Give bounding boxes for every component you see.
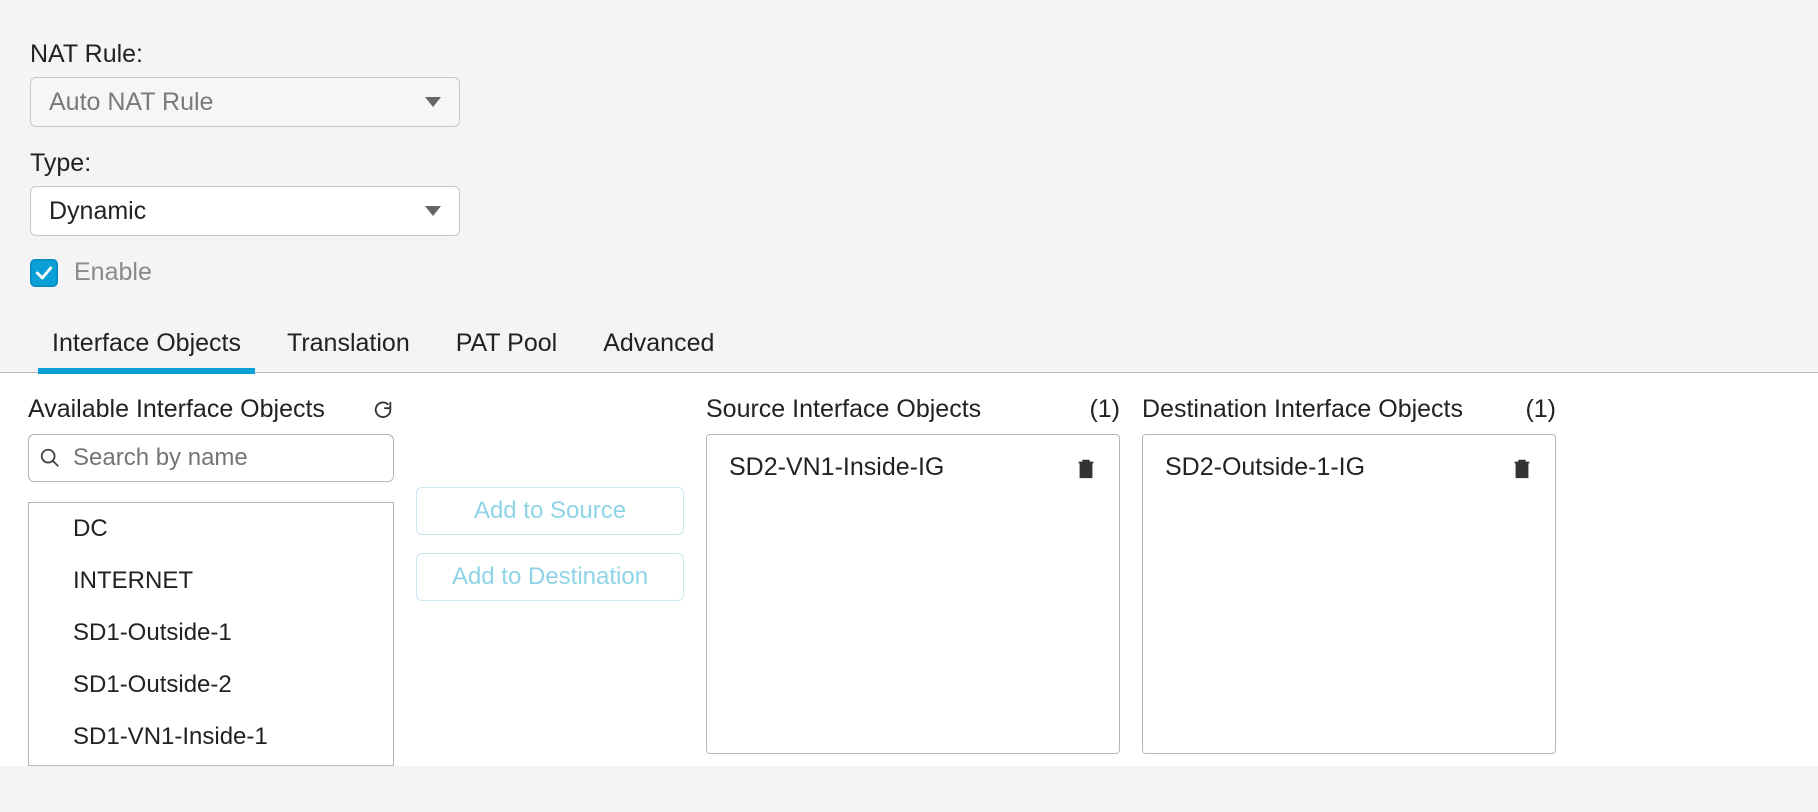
enable-checkbox[interactable]: [30, 259, 58, 287]
chevron-down-icon: [425, 97, 441, 107]
type-select[interactable]: Dynamic: [30, 186, 460, 236]
source-item-label: SD2-VN1-Inside-IG: [729, 453, 944, 482]
nat-rule-value: Auto NAT Rule: [49, 88, 213, 117]
list-item[interactable]: SD1-VN1-Inside-1: [29, 711, 393, 763]
trash-icon: [1075, 456, 1097, 480]
available-header: Available Interface Objects: [28, 395, 325, 424]
tab-translation[interactable]: Translation: [287, 329, 410, 372]
add-to-source-button[interactable]: Add to Source: [416, 487, 684, 535]
search-icon: [39, 447, 61, 469]
list-item[interactable]: DC: [29, 503, 393, 555]
list-item[interactable]: SD1-Outside-2: [29, 659, 393, 711]
trash-icon: [1511, 456, 1533, 480]
delete-dest-button[interactable]: [1511, 456, 1533, 480]
refresh-button[interactable]: [372, 399, 394, 421]
list-item[interactable]: INTERNET: [29, 555, 393, 607]
dest-item-label: SD2-Outside-1-IG: [1165, 453, 1365, 482]
destination-panel: SD2-Outside-1-IG: [1142, 434, 1556, 754]
available-list[interactable]: DC INTERNET SD1-Outside-1 SD1-Outside-2 …: [28, 502, 394, 766]
tab-pat-pool[interactable]: PAT Pool: [456, 329, 557, 372]
add-to-destination-button[interactable]: Add to Destination: [416, 553, 684, 601]
search-input[interactable]: [71, 443, 383, 473]
source-panel: SD2-VN1-Inside-IG: [706, 434, 1120, 754]
tab-advanced[interactable]: Advanced: [603, 329, 714, 372]
type-value: Dynamic: [49, 197, 146, 226]
refresh-icon: [372, 399, 394, 421]
tab-interface-objects[interactable]: Interface Objects: [52, 329, 241, 372]
check-icon: [34, 263, 54, 283]
dest-count: (1): [1525, 395, 1556, 424]
type-label: Type:: [30, 149, 1788, 178]
dest-header: Destination Interface Objects: [1142, 395, 1463, 424]
source-count: (1): [1089, 395, 1120, 424]
source-header: Source Interface Objects: [706, 395, 981, 424]
nat-rule-label: NAT Rule:: [30, 40, 1788, 69]
search-input-wrap[interactable]: [28, 434, 394, 482]
delete-source-button[interactable]: [1075, 456, 1097, 480]
enable-label: Enable: [74, 258, 152, 287]
nat-rule-select[interactable]: Auto NAT Rule: [30, 77, 460, 127]
list-item[interactable]: SD1-Outside-1: [29, 607, 393, 659]
chevron-down-icon: [425, 206, 441, 216]
